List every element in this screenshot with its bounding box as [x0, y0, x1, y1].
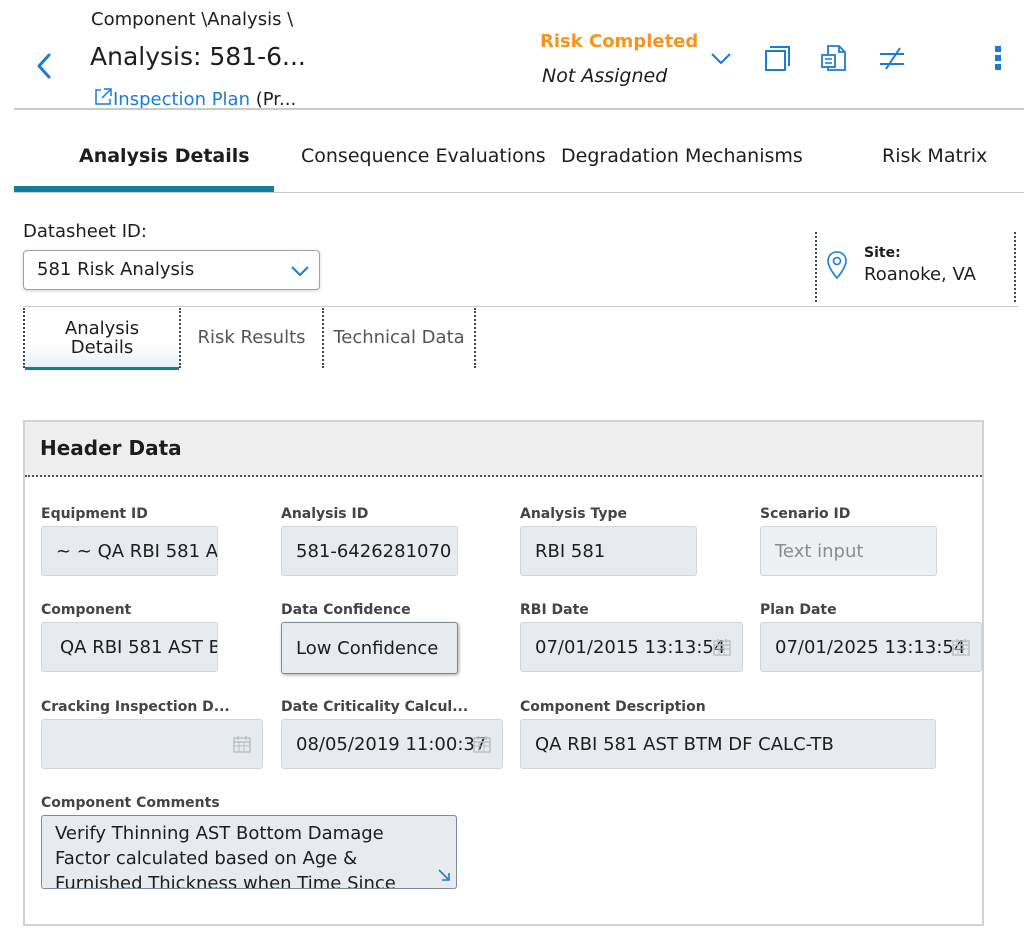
date-criticality-calculated-label: Date Criticality Calcul...	[281, 699, 469, 715]
external-link-icon	[95, 88, 112, 105]
rbi-date-value: 07/01/2015 13:13:54	[535, 637, 726, 658]
scenario-id-field[interactable]: Text input	[760, 526, 937, 576]
scenario-id-placeholder: Text input	[775, 541, 864, 562]
site-info: Site: Roanoke, VA	[815, 232, 1016, 302]
header-divider	[14, 108, 1024, 110]
component-comments-label: Component Comments	[41, 795, 220, 811]
analysis-type-field[interactable]: RBI 581	[520, 526, 697, 576]
tab-degradation-mechanisms[interactable]: Degradation Mechanisms	[561, 145, 803, 167]
component-description-label: Component Description	[520, 699, 706, 715]
calendar-icon[interactable]	[232, 734, 252, 754]
inspection-plan-label[interactable]: Inspection Plan	[113, 89, 250, 110]
report-icon[interactable]	[820, 44, 848, 72]
analysis-id-field[interactable]: 581-6426281070	[281, 526, 458, 576]
subtab-analysis-details[interactable]: Analysis Details	[23, 308, 181, 370]
component-comments-value: Verify Thinning AST Bottom Damage Factor…	[55, 823, 396, 889]
subtab-risk-results[interactable]: Risk Results	[181, 308, 324, 368]
subtab-technical-data-label: Technical Data	[333, 327, 465, 348]
page-title: Analysis: 581-6...	[90, 42, 306, 71]
panel-title: Header Data	[40, 436, 182, 460]
analysis-type-label: Analysis Type	[520, 506, 628, 522]
location-pin-icon	[827, 251, 847, 280]
component-description-field[interactable]: QA RBI 581 AST BTM DF CALC-TB	[520, 719, 936, 769]
back-chevron-icon[interactable]	[30, 50, 60, 80]
tab-consequence-evaluations[interactable]: Consequence Evaluations	[301, 145, 546, 167]
analysis-type-value: RBI 581	[535, 541, 606, 562]
subtab-risk-results-label: Risk Results	[197, 327, 306, 348]
more-vertical-icon[interactable]	[984, 44, 1012, 72]
component-comments-textarea[interactable]: Verify Thinning AST Bottom Damage Factor…	[41, 815, 457, 889]
assignment-status: Not Assigned	[542, 65, 668, 87]
status-badge: Risk Completed	[540, 31, 699, 52]
calendar-icon[interactable]	[712, 637, 732, 657]
component-field[interactable]: QA RBI 581 AST BTM	[41, 622, 218, 672]
component-description-value: QA RBI 581 AST BTM DF CALC-TB	[535, 734, 834, 755]
scenario-id-label: Scenario ID	[760, 506, 851, 522]
cracking-inspection-date-field[interactable]	[41, 719, 263, 769]
cracking-inspection-date-label: Cracking Inspection D...	[41, 699, 230, 715]
date-criticality-calculated-field[interactable]: 08/05/2019 11:00:37	[281, 719, 503, 769]
subtab-analysis-details-label: Analysis Details	[64, 318, 140, 358]
analysis-id-label: Analysis ID	[281, 506, 369, 522]
analysis-id-value: 581-6426281070	[296, 541, 452, 562]
tab-risk-matrix[interactable]: Risk Matrix	[882, 145, 987, 167]
edit-icon[interactable]	[878, 44, 906, 72]
chevron-down-icon	[291, 266, 309, 277]
plan-date-field[interactable]: 07/01/2025 13:13:54	[760, 622, 982, 672]
panel-header: Header Data	[25, 422, 982, 477]
header-data-panel: Header Data Equipment ID ~ ~ QA RBI 581 …	[23, 420, 984, 926]
component-value: QA RBI 581 AST BTM	[60, 637, 217, 658]
datasheet-label: Datasheet ID:	[23, 221, 147, 242]
equipment-id-field[interactable]: ~ ~ QA RBI 581 A	[41, 526, 218, 576]
inspection-plan-link[interactable]: Inspection Plan (Pr...	[93, 87, 296, 110]
component-label: Component	[41, 602, 132, 618]
rbi-date-label: RBI Date	[520, 602, 589, 618]
tabs-divider	[14, 192, 1024, 193]
inspection-plan-suffix: (Pr...	[255, 89, 297, 110]
breadcrumb: Component \Analysis \	[91, 9, 294, 30]
calendar-icon[interactable]	[472, 734, 492, 754]
date-criticality-calculated-value: 08/05/2019 11:00:37	[296, 734, 487, 755]
copy-icon[interactable]	[763, 44, 791, 72]
chevron-down-icon[interactable]	[707, 44, 735, 72]
plan-date-label: Plan Date	[760, 602, 837, 618]
subtab-technical-data[interactable]: Technical Data	[324, 308, 476, 368]
plan-date-value: 07/01/2025 13:13:54	[775, 637, 966, 658]
calendar-icon[interactable]	[951, 637, 971, 657]
rbi-date-field[interactable]: 07/01/2015 13:13:54	[520, 622, 743, 672]
datasheet-select[interactable]: 581 Risk Analysis	[23, 250, 320, 290]
equipment-id-value: ~ ~ QA RBI 581 A	[56, 541, 218, 562]
resize-icon[interactable]	[437, 868, 451, 882]
data-confidence-label: Data Confidence	[281, 602, 411, 618]
tab-analysis-details[interactable]: Analysis Details	[79, 145, 250, 167]
subtabs-divider	[23, 306, 1018, 307]
site-label: Site:	[864, 245, 901, 261]
equipment-id-label: Equipment ID	[41, 506, 148, 522]
site-value: Roanoke, VA	[864, 264, 976, 285]
data-confidence-value: Low Confidence	[296, 638, 439, 659]
data-confidence-select[interactable]: Low Confidence	[281, 622, 458, 674]
datasheet-value: 581 Risk Analysis	[37, 259, 195, 280]
